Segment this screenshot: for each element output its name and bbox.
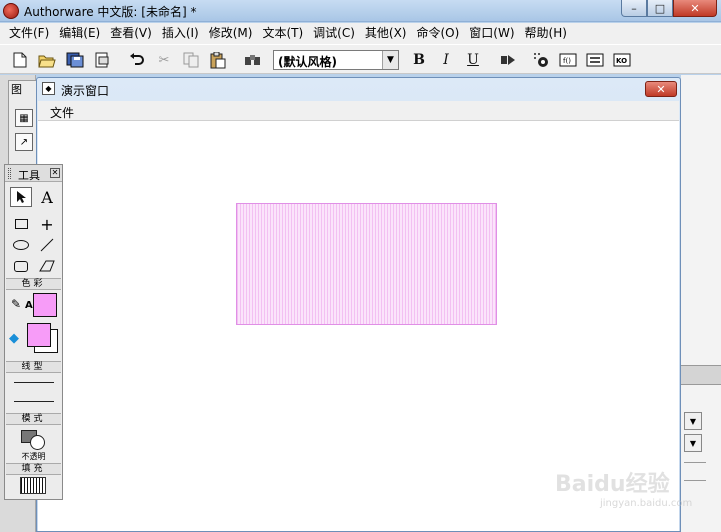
presentation-window-menubar: 文件	[38, 101, 679, 121]
menu-insert[interactable]: 插入(I)	[157, 23, 204, 44]
pointer-icon	[17, 191, 26, 203]
menu-debug[interactable]: 调试(C)	[308, 23, 360, 44]
control-panel-icon[interactable]	[531, 50, 551, 70]
run-icon[interactable]	[498, 50, 518, 70]
presentation-window-title: 演示窗口	[61, 84, 110, 98]
opaque-mode-icon[interactable]	[21, 430, 47, 452]
import-icon[interactable]	[92, 50, 112, 70]
rectangle-icon	[14, 219, 28, 229]
tools-palette-title: 工具	[18, 169, 40, 182]
menu-help[interactable]: 帮助(H)	[520, 23, 572, 44]
presentation-window-icon: ◆	[42, 82, 55, 95]
svg-text:KO: KO	[616, 57, 627, 65]
variables-icon[interactable]	[585, 50, 605, 70]
presentation-window: ◆ 演示窗口 ✕ 文件	[36, 77, 681, 532]
find-icon[interactable]	[243, 50, 263, 70]
crosshair-tool-button[interactable]: +	[36, 214, 58, 234]
italic-button[interactable]: I	[436, 50, 456, 70]
tools-palette: 工具 ✕ A + 色彩 ✎ A ◆ 线型 模式 不透明 填充	[4, 164, 63, 500]
icon-palette-title: 图	[11, 83, 22, 96]
text-color-icon: A	[25, 300, 33, 311]
window-title: Authorware 中文版: [未命名] *	[24, 5, 197, 19]
rounded-rect-tool-button[interactable]	[10, 256, 32, 276]
watermark-url: jingyan.baidu.com	[600, 498, 693, 509]
menu-window[interactable]: 窗口(W)	[464, 23, 519, 44]
fill-section-label: 填充	[6, 463, 61, 475]
menu-xtras[interactable]: 其他(X)	[360, 23, 412, 44]
chevron-down-icon[interactable]: ▼	[684, 412, 702, 430]
mode-value: 不透明	[21, 452, 46, 461]
chevron-down-icon[interactable]: ▼	[382, 51, 398, 69]
presentation-window-close-button[interactable]: ✕	[645, 81, 677, 97]
properties-header-bar	[681, 365, 721, 385]
text-style-dropdown[interactable]: (默认风格) ▼	[273, 50, 399, 70]
bold-button[interactable]: B	[409, 50, 429, 70]
functions-icon[interactable]: f()	[558, 50, 578, 70]
chevron-down-icon[interactable]: ▼	[684, 434, 702, 452]
presentation-window-titlebar: ◆ 演示窗口 ✕	[37, 78, 680, 100]
new-file-icon[interactable]	[10, 50, 30, 70]
oval-tool-button[interactable]	[10, 235, 32, 255]
text-style-value: (默认风格)	[278, 55, 337, 69]
menu-modify[interactable]: 修改(M)	[204, 23, 258, 44]
divider	[684, 480, 706, 481]
window-controls: – □ ✕	[621, 0, 717, 17]
authorware-app-icon	[3, 3, 19, 19]
drawn-rectangle[interactable]	[236, 203, 497, 325]
menu-bar: 文件(F) 编辑(E) 查看(V) 插入(I) 修改(M) 文本(T) 调试(C…	[0, 23, 721, 44]
menu-text[interactable]: 文本(T)	[257, 23, 308, 44]
line-tool-button[interactable]	[36, 235, 58, 255]
icon-palette: 图 ▦ ↗	[8, 80, 38, 170]
undo-icon[interactable]	[127, 50, 147, 70]
menu-commands[interactable]: 命令(O)	[411, 23, 464, 44]
menu-edit[interactable]: 编辑(E)	[54, 23, 105, 44]
rounded-rectangle-icon	[14, 260, 28, 272]
close-button[interactable]: ✕	[673, 0, 717, 17]
paste-icon[interactable]	[208, 50, 228, 70]
polygon-icon	[39, 260, 55, 272]
oval-icon	[13, 240, 29, 250]
crosshair-icon: +	[40, 214, 54, 234]
paint-bucket-icon: ◆	[9, 331, 19, 346]
open-file-icon[interactable]	[37, 50, 57, 70]
mode-circle	[30, 435, 45, 450]
underline-button[interactable]: U	[463, 50, 483, 70]
right-panel-background	[681, 75, 721, 532]
icon-palette-header: 图	[9, 81, 37, 97]
svg-text:f(): f()	[563, 57, 571, 65]
watermark-logo: Baidu经验	[555, 472, 670, 497]
diagonal-line-icon	[40, 238, 54, 252]
cut-icon[interactable]: ✂	[154, 50, 174, 70]
fill-pattern-button[interactable]	[20, 477, 46, 494]
color-section-label: 色彩	[6, 278, 61, 290]
title-bar: Authorware 中文版: [未命名] * – □ ✕	[0, 0, 721, 22]
line-style-selected[interactable]	[14, 401, 54, 402]
line-style-section-label: 线型	[6, 361, 61, 373]
pencil-icon: ✎	[11, 297, 22, 311]
maximize-button[interactable]: □	[647, 0, 673, 17]
display-icon[interactable]: ▦	[15, 109, 33, 127]
mode-section-label: 模式	[6, 413, 61, 425]
knowledge-objects-icon[interactable]: KO	[612, 50, 632, 70]
text-tool-button[interactable]: A	[36, 187, 58, 207]
drag-handle-icon[interactable]	[8, 168, 11, 179]
tools-palette-header[interactable]: 工具 ✕	[5, 165, 62, 182]
save-all-icon[interactable]	[65, 50, 85, 70]
menu-view[interactable]: 查看(V)	[105, 23, 157, 44]
tools-close-button[interactable]: ✕	[50, 168, 60, 178]
polygon-tool-button[interactable]	[36, 256, 58, 276]
line-style-thin[interactable]	[14, 382, 54, 383]
line-color-swatch[interactable]	[33, 293, 57, 317]
pointer-tool-button[interactable]	[10, 187, 32, 207]
main-toolbar: ✂ (默认风格) ▼ B I U f() KO	[0, 44, 721, 74]
presentation-menu-file[interactable]: 文件	[50, 104, 74, 121]
menu-file[interactable]: 文件(F)	[4, 23, 54, 44]
rectangle-tool-button[interactable]	[10, 214, 32, 234]
minimize-button[interactable]: –	[621, 0, 647, 17]
copy-icon[interactable]	[181, 50, 201, 70]
divider	[684, 462, 706, 463]
motion-icon[interactable]: ↗	[15, 133, 33, 151]
foreground-fill-swatch[interactable]	[27, 323, 51, 347]
